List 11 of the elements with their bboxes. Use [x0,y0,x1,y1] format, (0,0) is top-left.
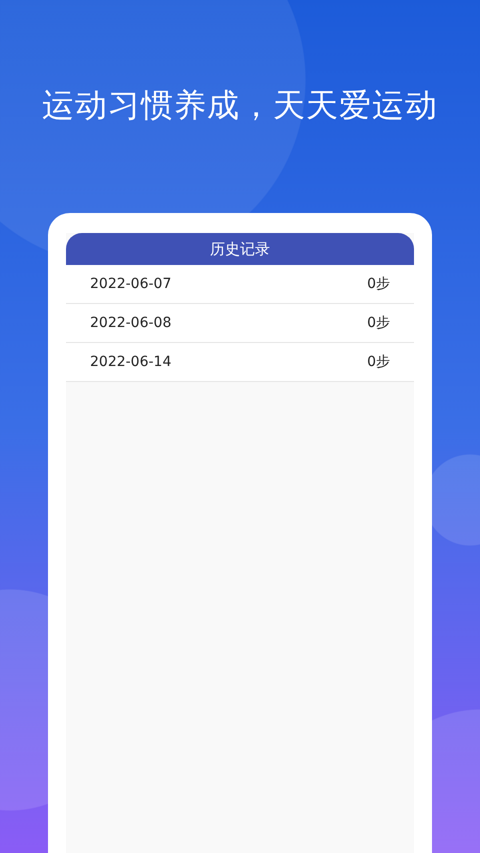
history-row[interactable]: 2022-06-08 0步 [66,304,414,343]
date-text: 2022-06-14 [90,354,172,370]
headline: 运动习惯养成，天天爱运动 [42,85,438,126]
date-text: 2022-06-07 [90,276,172,292]
date-text: 2022-06-08 [90,315,172,331]
steps-text: 0步 [367,314,390,332]
history-row[interactable]: 2022-06-14 0步 [66,343,414,382]
steps-text: 0步 [367,353,390,371]
steps-text: 0步 [367,275,390,293]
history-row[interactable]: 2022-06-07 0步 [66,265,414,304]
history-header: 历史记录 [66,233,414,265]
